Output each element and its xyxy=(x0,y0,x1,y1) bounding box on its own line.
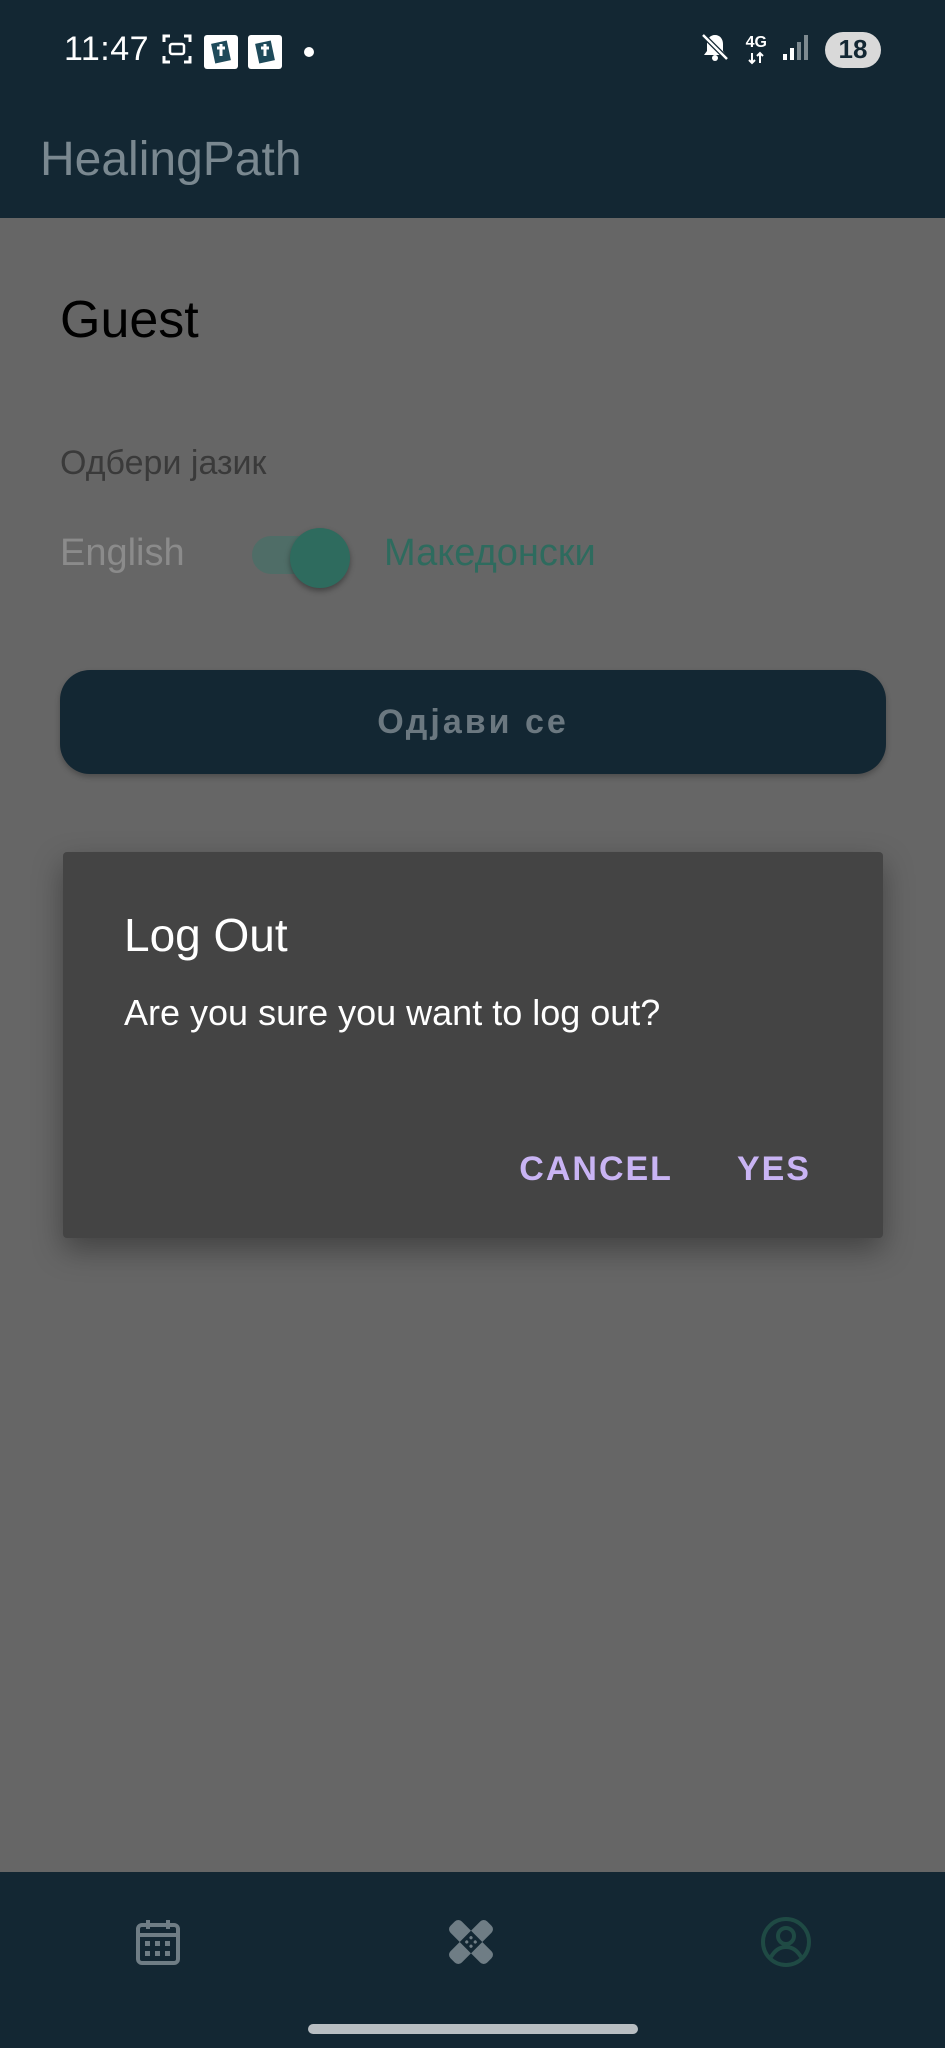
app-bar: HealingPath xyxy=(0,110,945,218)
logout-dialog: Log Out Are you sure you want to log out… xyxy=(63,852,883,1238)
language-toggle[interactable] xyxy=(246,528,350,588)
nav-profile-tab[interactable] xyxy=(756,1914,816,1974)
logout-button[interactable]: Одјави се xyxy=(60,670,886,774)
notification-dot-icon xyxy=(304,46,314,57)
status-system-icons: 4G 18 xyxy=(698,30,881,69)
logout-button-label: Одјави се xyxy=(377,702,569,741)
app-badge-icon xyxy=(248,34,282,69)
profile-icon xyxy=(759,1915,813,1974)
yes-button[interactable]: YES xyxy=(737,1150,811,1189)
signal-icon xyxy=(781,32,811,67)
mute-icon xyxy=(698,30,732,69)
bandage-icon xyxy=(443,1914,499,1975)
network-4g-icon: 4G xyxy=(745,33,767,65)
status-time: 11:47 xyxy=(64,30,150,68)
screenshot-icon xyxy=(160,32,194,71)
language-label: Одбери јазик xyxy=(60,444,267,482)
battery-level: 18 xyxy=(838,34,868,64)
cancel-button[interactable]: CANCEL xyxy=(519,1150,673,1189)
language-switch-row: English Македонски xyxy=(60,518,760,590)
dialog-message: Are you sure you want to log out? xyxy=(124,992,661,1033)
home-indicator[interactable] xyxy=(308,2024,638,2034)
app-title: HealingPath xyxy=(40,133,302,186)
user-name: Guest xyxy=(60,291,199,349)
app-badge-icon xyxy=(204,34,238,69)
nav-calendar-tab[interactable] xyxy=(128,1914,188,1974)
dialog-actions: CANCEL YES xyxy=(519,1150,811,1189)
english-option-label: English xyxy=(60,532,185,574)
macedonian-option-label: Македонски xyxy=(384,532,596,574)
calendar-icon xyxy=(134,1917,182,1972)
dialog-title: Log Out xyxy=(124,909,288,961)
status-bar: 11:47 4G 18 xyxy=(0,0,945,110)
bottom-navigation xyxy=(0,1872,945,2048)
network-type-label: 4G xyxy=(745,33,767,51)
nav-treatment-tab[interactable] xyxy=(441,1914,501,1974)
battery-icon: 18 xyxy=(825,31,881,68)
status-notification-icons xyxy=(160,32,314,71)
toggle-thumb[interactable] xyxy=(290,528,350,588)
